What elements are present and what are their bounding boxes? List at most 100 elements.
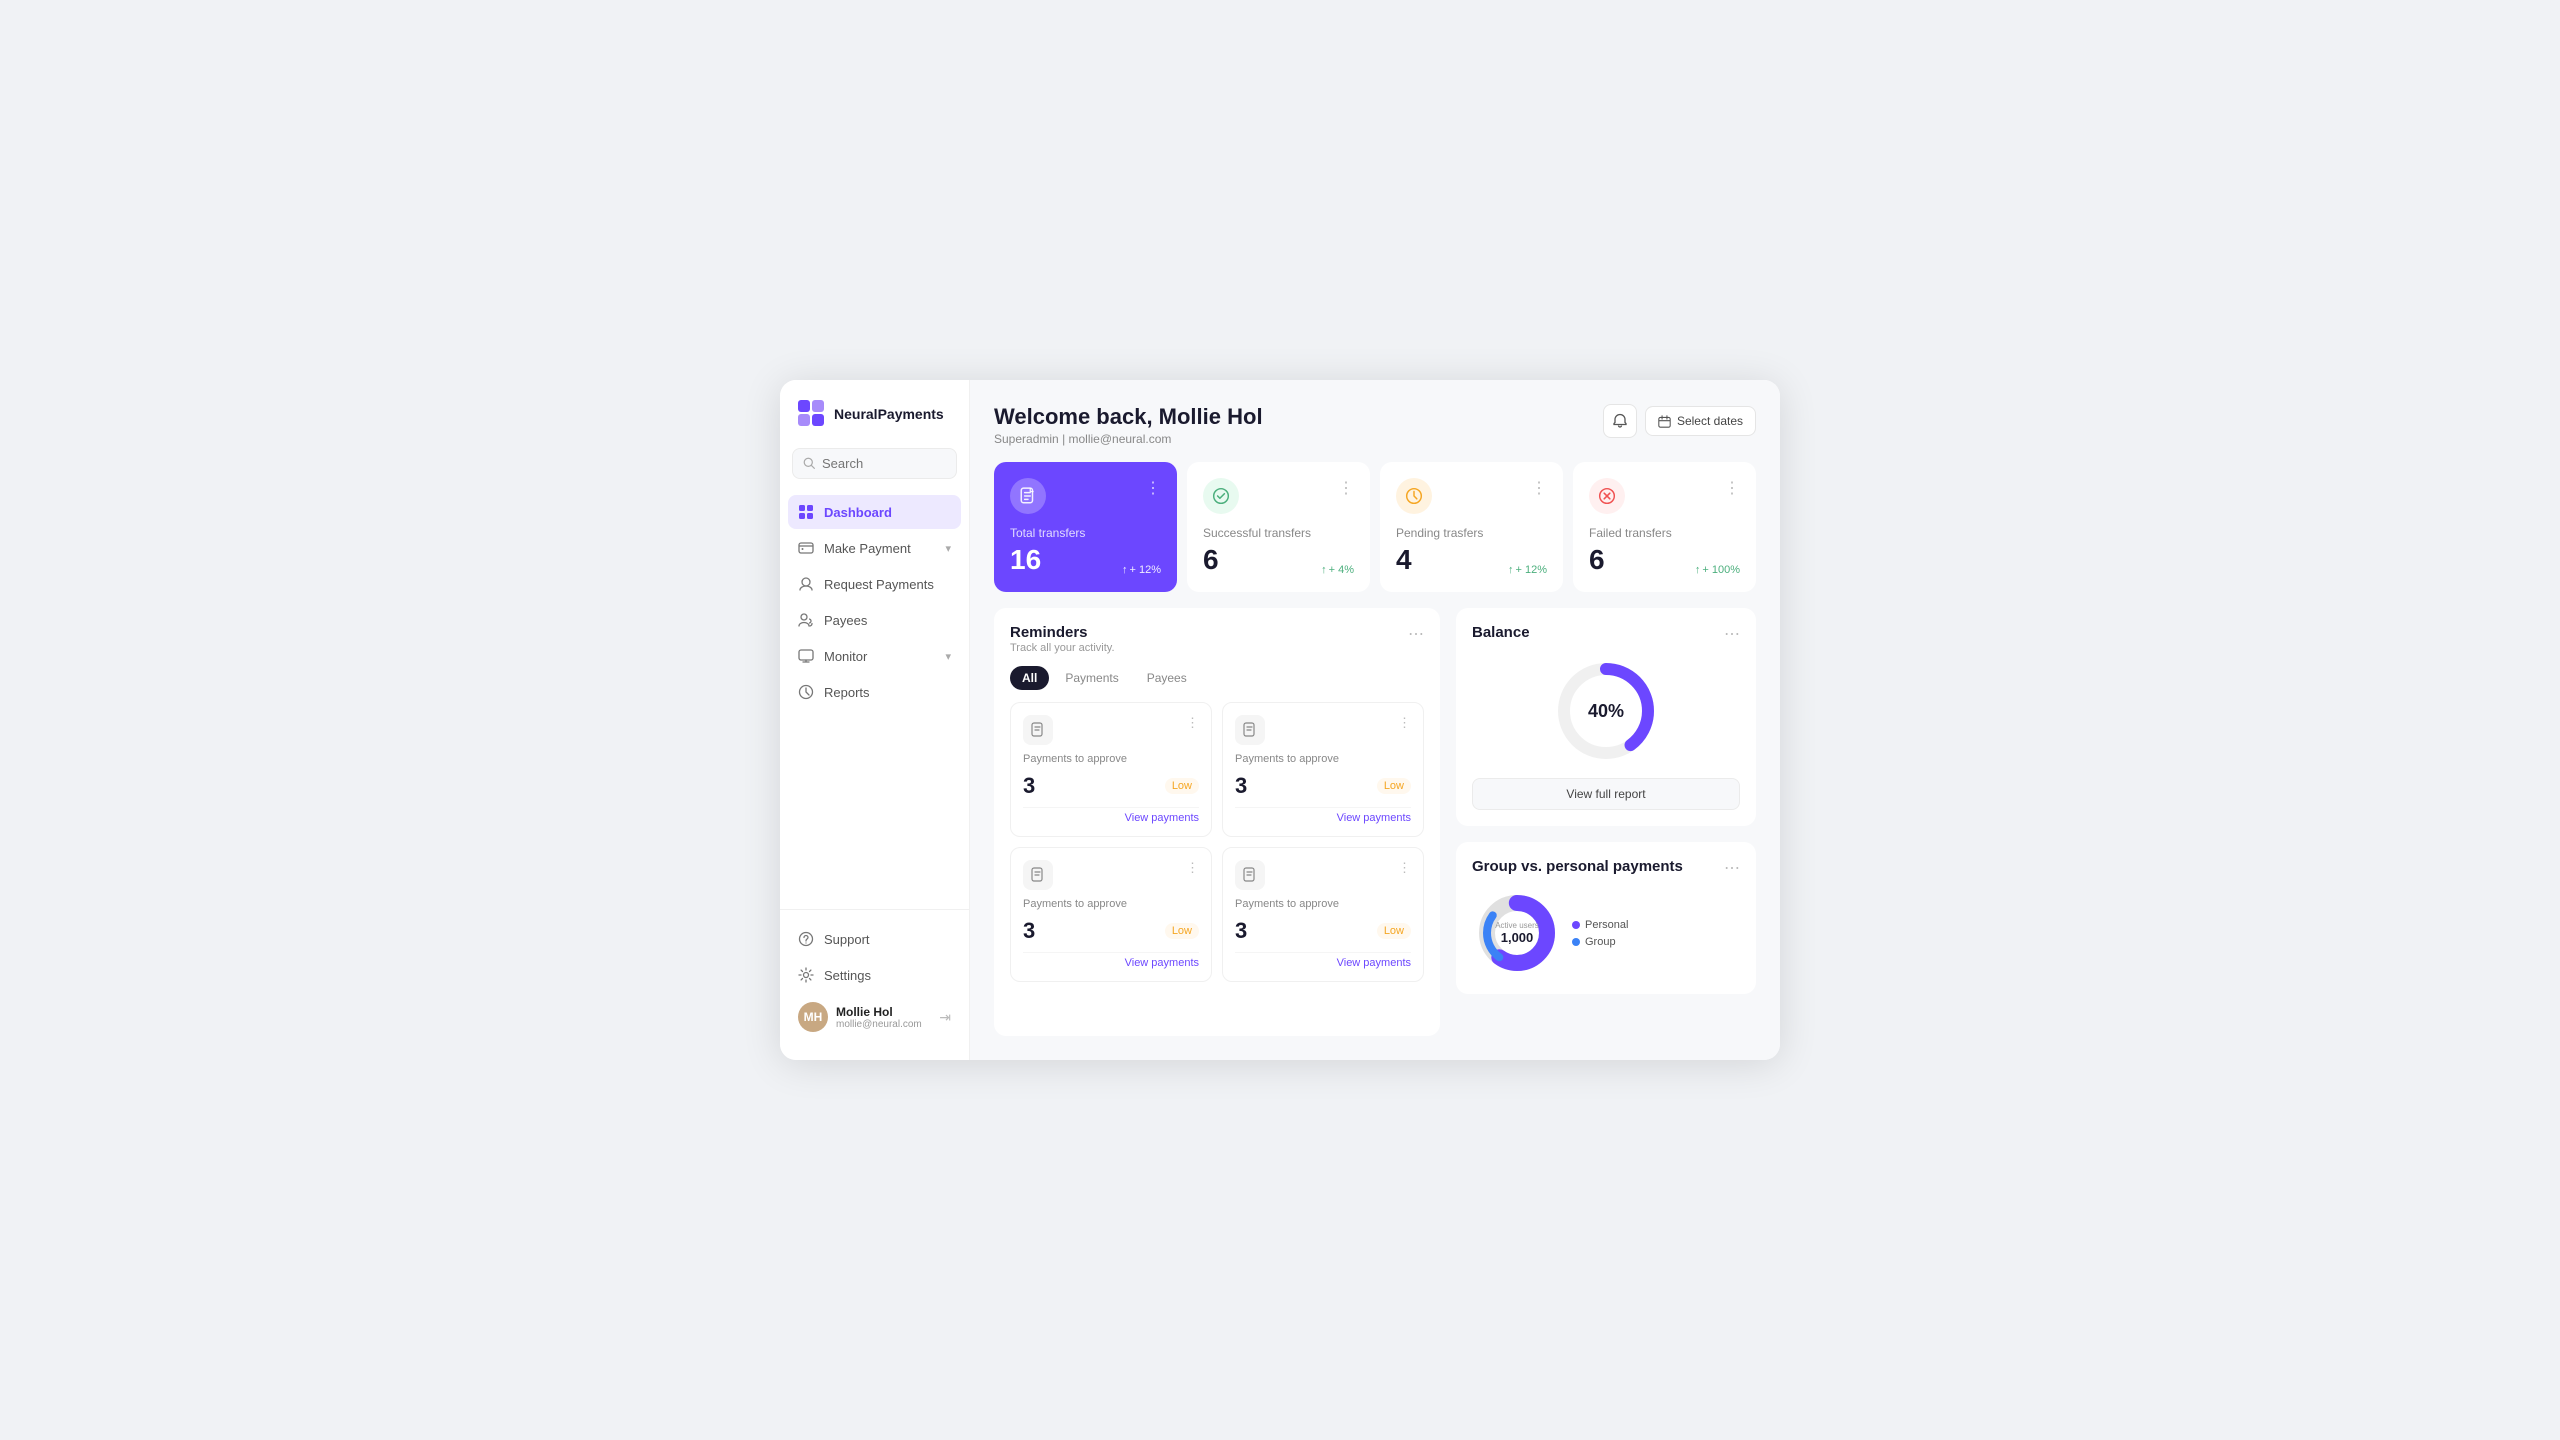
select-dates-button[interactable]: Select dates [1645,406,1756,436]
search-input[interactable] [822,456,946,471]
group-payments-title: Group vs. personal payments [1472,858,1683,875]
priority-badge: Low [1377,778,1411,794]
logout-icon[interactable]: ⇥ [939,1009,951,1026]
reminder-count: 3 [1235,918,1247,944]
stat-menu-icon[interactable]: ⋮ [1724,478,1740,498]
group-payments-panel: Group vs. personal payments ⋯ [1456,842,1756,994]
reminder-label: Payments to approve [1023,898,1199,910]
legend-dot-personal [1572,921,1580,929]
card-menu-icon[interactable]: ⋮ [1186,860,1199,876]
tab-payees[interactable]: Payees [1135,666,1199,690]
sidebar-logo: NeuralPayments [780,400,969,448]
stat-label: Pending trasfers [1396,526,1547,540]
reminder-card-bottom: 3 Low [1023,918,1199,944]
view-payments-link[interactable]: View payments [1235,807,1411,824]
sidebar-item-label: Support [824,932,870,947]
search-icon [803,457,816,470]
group-donut-wrap: Active users 1,000 [1472,888,1562,978]
sidebar-item-support[interactable]: Support [788,922,961,956]
card-menu-icon[interactable]: ⋮ [1398,860,1411,876]
priority-badge: Low [1377,923,1411,939]
avatar: MH [798,1002,828,1032]
group-menu-icon[interactable]: ⋯ [1724,858,1740,878]
tab-payments[interactable]: Payments [1053,666,1130,690]
stat-card-pending-transfers: ⋮ Pending trasfers 4 ↑+ 12% [1380,462,1563,592]
user-name: Mollie Hol [836,1005,931,1019]
stat-change: ↑+ 4% [1321,564,1354,576]
successful-transfers-icon-wrap [1203,478,1239,514]
tab-all[interactable]: All [1010,666,1049,690]
bell-icon [1612,413,1628,429]
stat-card-successful-transfers: ⋮ Successful transfers 6 ↑+ 4% [1187,462,1370,592]
doc-icon [1023,860,1053,890]
stat-card-total-transfers: ⋮ Total transfers 16 ↑+ 12% [994,462,1177,592]
reminder-card: ⋮ Payments to approve 3 Low View payment… [1222,702,1424,837]
file-icon [1019,487,1037,505]
stat-menu-icon[interactable]: ⋮ [1531,478,1547,498]
sidebar-item-make-payment[interactable]: Make Payment ▾ [788,531,961,565]
reminder-card: ⋮ Payments to approve 3 Low View payment… [1222,847,1424,982]
reminders-title: Reminders [1010,624,1115,641]
reminders-menu-icon[interactable]: ⋯ [1408,624,1424,644]
view-payments-link[interactable]: View payments [1023,952,1199,969]
document-icon [1242,722,1258,738]
view-full-report-button[interactable]: View full report [1472,778,1740,810]
settings-icon [798,967,814,983]
sidebar-item-monitor[interactable]: Monitor ▾ [788,639,961,673]
nav-section: Dashboard Make Payment ▾ Request Payment… [780,495,969,901]
active-users-label: Active users [1495,921,1539,930]
user-email: mollie@neural.com [836,1019,931,1030]
card-menu-icon[interactable]: ⋮ [1186,715,1199,731]
failed-transfers-icon-wrap [1589,478,1625,514]
group-payments-header: Group vs. personal payments ⋯ [1472,858,1740,878]
reminder-count: 3 [1023,773,1035,799]
balance-panel: Balance ⋯ 40% View [1456,608,1756,826]
page-title: Welcome back, Mollie Hol [994,404,1263,430]
view-payments-link[interactable]: View payments [1023,807,1199,824]
x-circle-icon [1598,487,1616,505]
legend-item-personal: Personal [1572,919,1628,931]
reminder-cards-grid: ⋮ Payments to approve 3 Low View payment… [1010,702,1424,982]
balance-title: Balance [1472,624,1530,641]
sidebar-item-label: Payees [824,613,867,628]
search-box[interactable] [792,448,957,479]
notifications-button[interactable] [1603,404,1637,438]
stat-value: 6 [1203,544,1219,576]
header-left: Welcome back, Mollie Hol Superadmin | mo… [994,404,1263,446]
reminders-tabs: All Payments Payees [1010,666,1424,690]
make-payment-icon [798,540,814,556]
nav-bottom: Support Settings MH Mollie Hol mollie@ne… [780,909,969,1040]
stat-value: 4 [1396,544,1412,576]
sidebar-item-payees[interactable]: Payees [788,603,961,637]
balance-menu-icon[interactable]: ⋯ [1724,624,1740,644]
group-donut-center: Active users 1,000 [1495,921,1539,945]
stat-label: Total transfers [1010,526,1161,540]
sidebar-item-dashboard[interactable]: Dashboard [788,495,961,529]
reminder-card-header: ⋮ [1023,715,1199,745]
sidebar-item-request-payments[interactable]: Request Payments [788,567,961,601]
sidebar-item-settings[interactable]: Settings [788,958,961,992]
view-payments-link[interactable]: View payments [1235,952,1411,969]
user-row[interactable]: MH Mollie Hol mollie@neural.com ⇥ [788,994,961,1040]
reminder-count: 3 [1023,918,1035,944]
reminder-card-header: ⋮ [1235,715,1411,745]
reminder-card: ⋮ Payments to approve 3 Low View payment… [1010,847,1212,982]
calendar-icon [1658,415,1671,428]
group-chart-area: Active users 1,000 Personal Grou [1472,888,1740,978]
reminder-count: 3 [1235,773,1247,799]
card-menu-icon[interactable]: ⋮ [1398,715,1411,731]
right-panels: Balance ⋯ 40% View [1456,608,1756,1036]
main-content: Welcome back, Mollie Hol Superadmin | mo… [970,380,1780,1060]
stat-menu-icon[interactable]: ⋮ [1145,478,1161,498]
sidebar-item-label: Settings [824,968,871,983]
sidebar-item-reports[interactable]: Reports [788,675,961,709]
stat-label: Failed transfers [1589,526,1740,540]
reminders-panel: Reminders Track all your activity. ⋯ All… [994,608,1440,1036]
document-icon [1030,722,1046,738]
header-row: Welcome back, Mollie Hol Superadmin | mo… [994,404,1756,446]
stat-menu-icon[interactable]: ⋮ [1338,478,1354,498]
priority-badge: Low [1165,923,1199,939]
user-info: Mollie Hol mollie@neural.com [836,1005,931,1030]
sidebar: NeuralPayments Dashboard [780,380,970,1060]
reminder-label: Payments to approve [1235,898,1411,910]
